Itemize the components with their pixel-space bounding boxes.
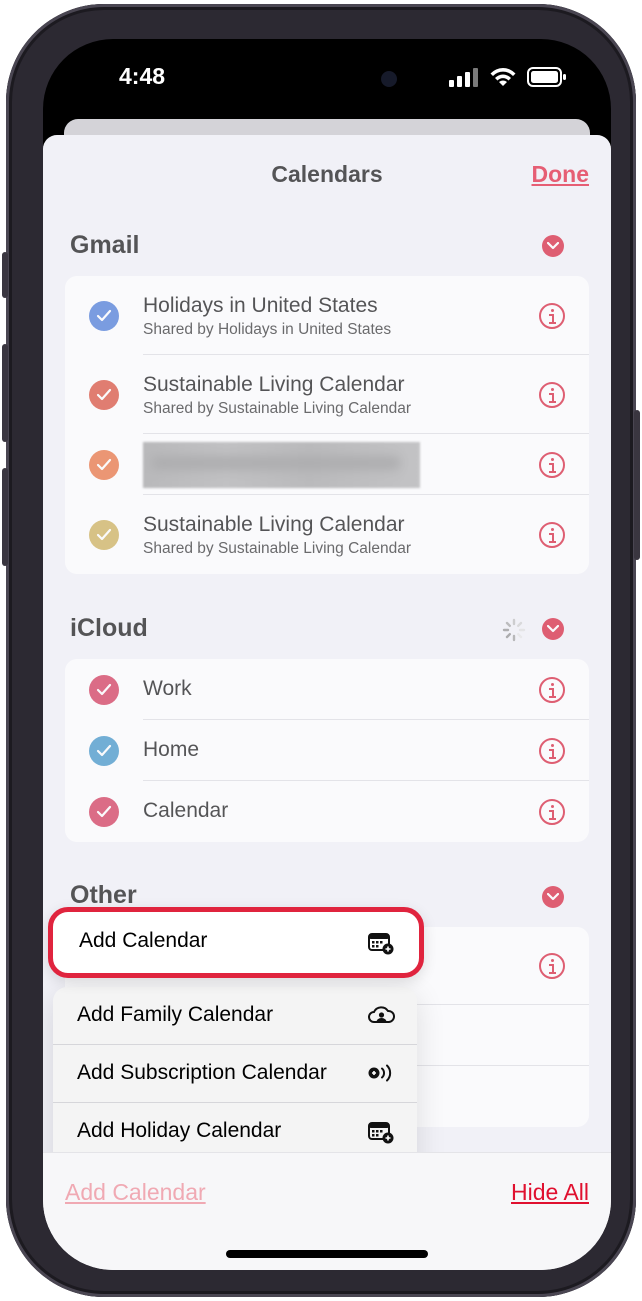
family-cloud-icon <box>368 1006 395 1023</box>
camera-icon <box>381 71 397 87</box>
calendars-sheet: Calendars Done Gmail Holidays in United … <box>43 135 611 1270</box>
volume-up-button <box>2 344 8 442</box>
volume-down-button <box>2 468 8 566</box>
menu-item-add-subscription-calendar[interactable]: Add Subscription Calendar <box>53 1045 417 1103</box>
subscription-broadcast-icon <box>368 1064 392 1082</box>
home-indicator[interactable] <box>226 1250 428 1258</box>
wifi-icon <box>490 68 516 86</box>
hide-all-button[interactable]: Hide All <box>511 1179 589 1206</box>
add-calendar-button[interactable]: Add Calendar <box>65 1179 206 1206</box>
battery-icon <box>527 67 566 87</box>
menu-item-label: Add Calendar <box>79 929 208 952</box>
calendar-add-icon <box>368 1122 394 1144</box>
cellular-signal-icon <box>449 68 478 87</box>
action-button <box>2 252 8 298</box>
calendar-add-icon <box>368 933 394 955</box>
menu-item-add-family-calendar[interactable]: Add Family Calendar <box>53 987 417 1045</box>
menu-item-label: Add Family Calendar <box>77 1003 274 1026</box>
power-button <box>634 410 640 560</box>
status-bar: 4:48 <box>43 39 611 119</box>
status-time: 4:48 <box>119 63 166 89</box>
screen: 4:48 Calendars Done Gmail Holidays in Un… <box>43 39 611 1270</box>
menu-item-label: Add Subscription Calendar <box>77 1061 327 1084</box>
menu-item-add-calendar[interactable]: Add Calendar <box>48 907 424 978</box>
phone-frame: 4:48 Calendars Done Gmail Holidays in Un… <box>2 4 640 1297</box>
menu-item-label: Add Holiday Calendar <box>77 1119 282 1142</box>
